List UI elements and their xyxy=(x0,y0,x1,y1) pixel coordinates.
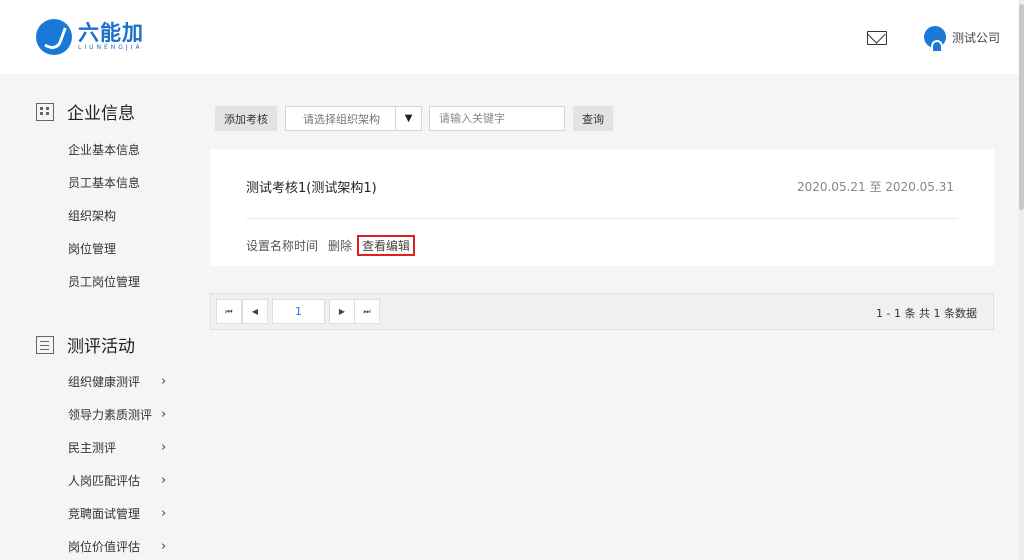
chevron-right-icon: › xyxy=(161,407,167,422)
building-icon xyxy=(36,102,54,121)
scrollbar-thumb[interactable] xyxy=(1019,4,1024,210)
delete-link[interactable]: 删除 xyxy=(328,237,352,254)
query-button[interactable]: 查询 xyxy=(573,106,613,131)
pagination: ⏮ ◀ 1 ▶ ⏭ 1 - 1 条 共 1 条数据 xyxy=(210,293,994,330)
add-assessment-button[interactable]: 添加考核 xyxy=(215,106,277,131)
next-page-button[interactable]: ▶ xyxy=(329,299,355,324)
sidebar: 企业信息 企业基本信息 员工基本信息 组织架构 岗位管理 员工岗位管理 测评活动… xyxy=(0,74,196,560)
pagination-summary: 1 - 1 条 共 1 条数据 xyxy=(876,307,977,320)
sidebar-item-employee-position[interactable]: 员工岗位管理 xyxy=(68,273,140,290)
chevron-right-icon: › xyxy=(161,473,167,488)
sidebar-item-job-match[interactable]: 人岗匹配评估 › xyxy=(68,472,166,489)
keyword-input[interactable] xyxy=(429,106,565,131)
sidebar-item-leadership[interactable]: 领导力素质测评 › xyxy=(68,406,166,423)
sidebar-section-title: 企业信息 xyxy=(67,104,135,124)
sidebar-section-title: 测评活动 xyxy=(67,337,135,357)
document-icon xyxy=(36,335,54,354)
logo-text: 六能加 xyxy=(78,21,144,45)
top-bar: 六能加 LIUNENGJIA 测试公司 xyxy=(0,0,1024,74)
set-name-time-link[interactable]: 设置名称时间 xyxy=(246,237,318,254)
dropdown-arrow-icon[interactable]: ▼ xyxy=(395,107,421,130)
logo-subtext: LIUNENGJIA xyxy=(78,44,143,51)
org-structure-select[interactable]: 请选择组织架构 ▼ xyxy=(285,106,422,131)
select-value: 请选择组织架构 xyxy=(303,112,380,126)
last-page-button[interactable]: ⏭ xyxy=(354,299,380,324)
divider xyxy=(246,218,958,219)
sidebar-section-assessment[interactable]: 测评活动 xyxy=(36,332,135,357)
sidebar-item-org-structure[interactable]: 组织架构 xyxy=(68,207,116,224)
first-page-button[interactable]: ⏮ xyxy=(216,299,242,324)
sidebar-item-position-value[interactable]: 岗位价值评估 › xyxy=(68,538,166,555)
sidebar-item-org-health[interactable]: 组织健康测评 › xyxy=(68,373,166,390)
sidebar-item-interview[interactable]: 竞聘面试管理 › xyxy=(68,505,166,522)
sidebar-item-democratic[interactable]: 民主测评 › xyxy=(68,439,166,456)
company-name[interactable]: 测试公司 xyxy=(952,29,1000,46)
sidebar-item-position-mgmt[interactable]: 岗位管理 xyxy=(68,240,116,257)
chevron-right-icon: › xyxy=(161,440,167,455)
scrollbar[interactable] xyxy=(1019,0,1024,560)
logo-icon xyxy=(36,19,72,55)
prev-page-button[interactable]: ◀ xyxy=(242,299,268,324)
assessment-name: 测试考核1(测试架构1) xyxy=(246,181,377,196)
mail-icon[interactable] xyxy=(867,31,887,45)
chevron-right-icon: › xyxy=(161,506,167,521)
chevron-right-icon: › xyxy=(161,539,167,554)
sidebar-section-enterprise[interactable]: 企业信息 xyxy=(36,99,135,124)
assessment-date-range: 2020.05.21 至 2020.05.31 xyxy=(796,180,954,194)
card-actions: 设置名称时间 删除 查看编辑 xyxy=(246,235,425,256)
avatar[interactable] xyxy=(924,26,946,53)
view-edit-link[interactable]: 查看编辑 xyxy=(357,235,416,256)
sidebar-item-enterprise-info[interactable]: 企业基本信息 xyxy=(68,141,140,158)
logo[interactable]: 六能加 LIUNENGJIA xyxy=(36,18,144,56)
page-number-input[interactable]: 1 xyxy=(272,299,325,324)
assessment-card: 测试考核1(测试架构1) 2020.05.21 至 2020.05.31 设置名… xyxy=(210,149,994,266)
chevron-right-icon: › xyxy=(161,374,167,389)
sidebar-item-employee-info[interactable]: 员工基本信息 xyxy=(68,174,140,191)
